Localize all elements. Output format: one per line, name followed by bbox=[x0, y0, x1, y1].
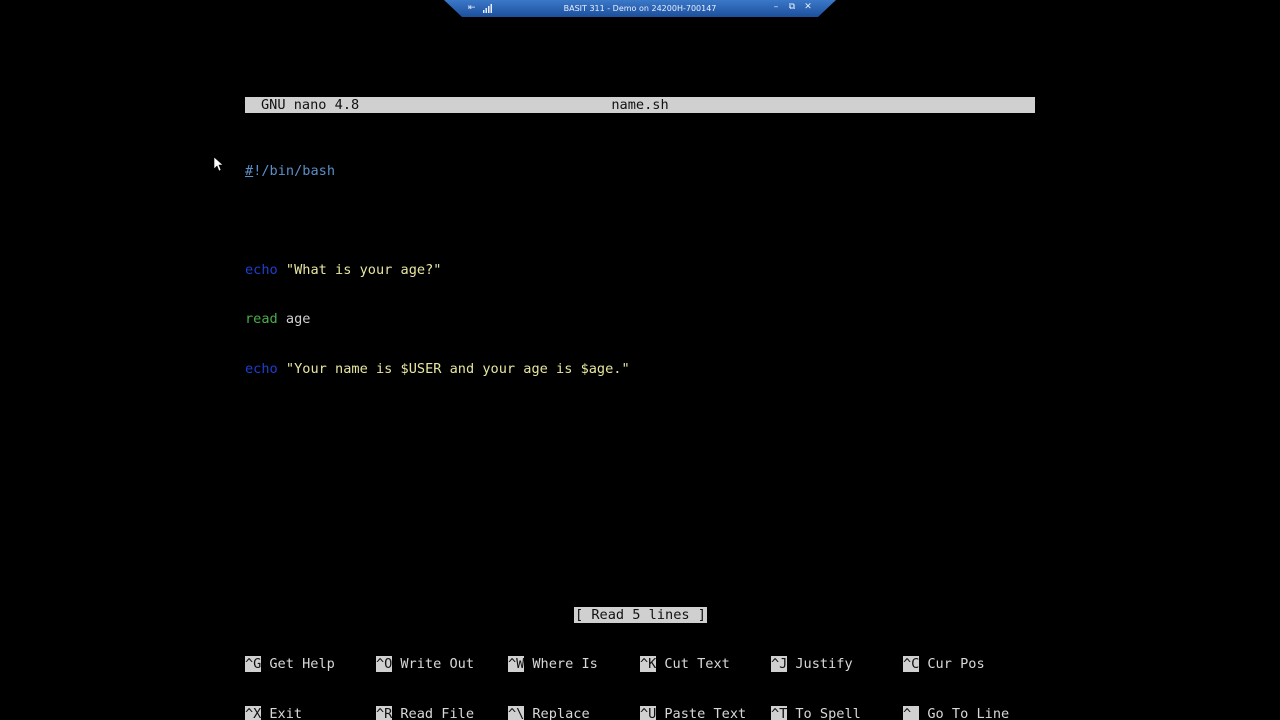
keyword-read: read bbox=[245, 311, 278, 327]
shortcut-key: ^W bbox=[508, 656, 525, 672]
shortcut-key: ^\ bbox=[508, 705, 525, 720]
shortcut-replace[interactable]: ^\ Replace bbox=[508, 705, 590, 720]
shebang-text: !/bin/bash bbox=[253, 162, 336, 179]
shortcut-read-file[interactable]: ^R Read File bbox=[376, 705, 475, 720]
shortcut-key: ^J bbox=[771, 656, 788, 672]
shortcut-label: Cut Text bbox=[664, 656, 730, 672]
shortcut-get-help[interactable]: ^G Get Help bbox=[245, 656, 335, 673]
mouse-pointer-icon bbox=[214, 157, 224, 172]
shortcut-label: Where Is bbox=[532, 656, 598, 672]
shortcut-label: Get Help bbox=[269, 656, 335, 672]
keyword-echo: echo bbox=[245, 360, 278, 377]
shortcut-bar: ^G Get Help ^O Write Out ^W Where Is ^K Cut … bbox=[245, 623, 1035, 720]
keyword-echo: echo bbox=[245, 261, 278, 278]
shortcut-row-2: ^X Exit ^R Read File ^\ Replace ^U Paste Tex… bbox=[245, 705, 1035, 720]
screen: ⇤ BASIT 311 - Demo on 24200H-700147 – ⧉ … bbox=[0, 0, 1280, 720]
shortcut-label: Go To Line bbox=[927, 705, 1010, 720]
shortcut-key: ^_ bbox=[903, 705, 920, 720]
shortcut-key: ^K bbox=[640, 656, 657, 672]
shortcut-to-spell[interactable]: ^T To Spell bbox=[771, 705, 861, 720]
minimize-button[interactable]: – bbox=[770, 2, 782, 12]
shortcut-label: Justify bbox=[795, 656, 853, 672]
text-cursor: # bbox=[245, 162, 254, 179]
shortcut-exit[interactable]: ^X Exit bbox=[245, 705, 303, 720]
close-button[interactable]: ✕ bbox=[802, 2, 814, 12]
file-name: name.sh bbox=[611, 97, 669, 113]
string-literal: "Your name is $USER and your age is $age… bbox=[277, 360, 630, 377]
status-message: [ Read 5 lines ] bbox=[574, 607, 707, 623]
shortcut-key: ^R bbox=[376, 705, 393, 720]
shortcut-key: ^O bbox=[376, 656, 393, 672]
code-line-1[interactable]: #!/bin/bash bbox=[245, 163, 1035, 180]
shortcut-cut-text[interactable]: ^K Cut Text bbox=[640, 656, 730, 673]
code-line-3[interactable]: echo "What is your age?" bbox=[245, 262, 1035, 279]
shortcut-key: ^X bbox=[245, 705, 262, 720]
shortcut-go-to-line[interactable]: ^_ Go To Line bbox=[903, 705, 1010, 720]
restore-button[interactable]: ⧉ bbox=[786, 2, 798, 12]
shortcut-justify[interactable]: ^J Justify bbox=[771, 656, 853, 673]
shortcut-label: Cur Pos bbox=[927, 656, 985, 672]
shortcut-label: Write Out bbox=[400, 656, 475, 672]
shortcut-label: Replace bbox=[532, 705, 590, 720]
shortcut-where-is[interactable]: ^W Where Is bbox=[508, 656, 598, 673]
shortcut-key: ^C bbox=[903, 656, 920, 672]
remote-connection-bar: ⇤ BASIT 311 - Demo on 24200H-700147 – ⧉ … bbox=[444, 0, 836, 17]
shortcut-label: To Spell bbox=[795, 705, 861, 720]
shortcut-paste-text[interactable]: ^U Paste Text bbox=[640, 705, 747, 720]
string-literal: "What is your age?" bbox=[277, 261, 442, 278]
variable-name: age bbox=[277, 311, 311, 327]
code-line-5[interactable]: echo "Your name is $USER and your age is… bbox=[245, 361, 1035, 378]
shortcut-key: ^T bbox=[771, 705, 788, 720]
shortcut-label: Paste Text bbox=[664, 705, 747, 720]
shortcut-row-1: ^G Get Help ^O Write Out ^W Where Is ^K Cut … bbox=[245, 656, 1035, 673]
nano-title-bar: GNU nano 4.8 name.sh bbox=[245, 97, 1035, 113]
shortcut-label: Exit bbox=[269, 705, 303, 720]
shortcut-key: ^U bbox=[640, 705, 657, 720]
shortcut-label: Read File bbox=[400, 705, 475, 720]
shortcut-cur-pos[interactable]: ^C Cur Pos bbox=[903, 656, 985, 673]
code-line-4[interactable]: read age bbox=[245, 311, 1035, 328]
shortcut-key: ^G bbox=[245, 656, 262, 672]
nano-editor[interactable]: GNU nano 4.8 name.sh #!/bin/bash echo "W… bbox=[245, 64, 1035, 410]
shortcut-write-out[interactable]: ^O Write Out bbox=[376, 656, 474, 673]
code-line-2[interactable] bbox=[245, 212, 1035, 229]
